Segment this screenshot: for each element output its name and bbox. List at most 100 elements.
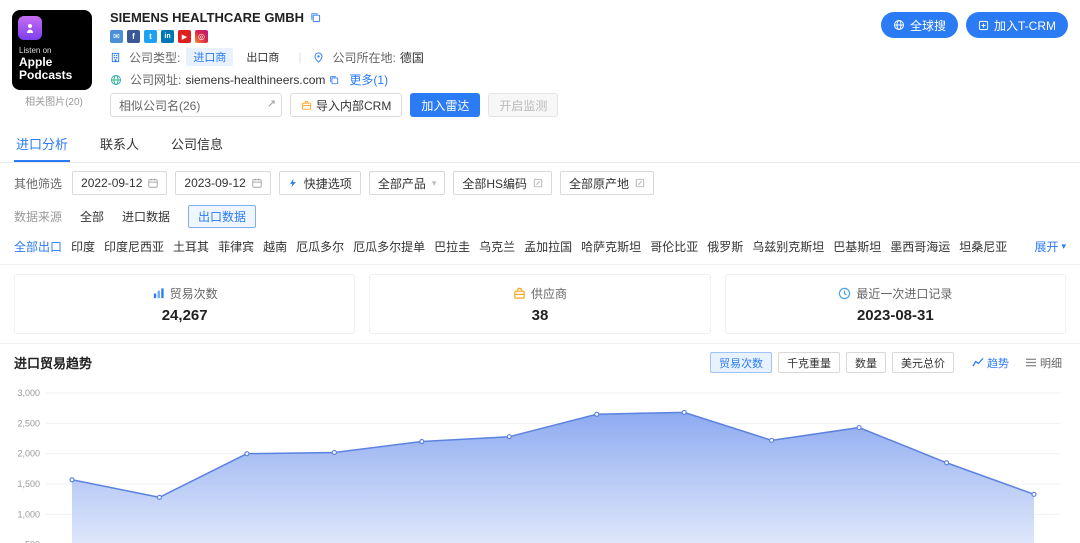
country-item[interactable]: 厄瓜多尔提单 [353,238,425,255]
lightning-icon [288,178,298,188]
tab-company-info[interactable]: 公司信息 [169,126,225,162]
location-label: 公司所在地: [332,49,395,66]
country-item[interactable]: 厄瓜多尔 [296,238,344,255]
hs-code-select[interactable]: 全部HS编码 [453,171,552,195]
suppliers-value: 38 [532,307,549,324]
similar-company-wrap: ↗ [110,93,282,117]
similar-company-input[interactable] [110,93,282,117]
company-website-row: 公司网址: siemens-healthineers.com 更多(1) [110,71,1068,88]
source-export-data[interactable]: 出口数据 [188,205,256,228]
start-monitor-button[interactable]: 开启监测 [488,93,558,117]
country-item[interactable]: 哈萨克斯坦 [581,238,641,255]
global-search-button[interactable]: 全球搜 [881,12,958,38]
hs-code-select-value: 全部HS编码 [462,175,527,192]
origin-select[interactable]: 全部原产地 [560,171,654,195]
country-item[interactable]: 巴拉圭 [434,238,470,255]
company-type-label: 公司类型: [129,49,180,66]
divider: | [298,50,301,64]
calendar-icon [148,178,158,188]
import-crm-button[interactable]: 导入内部CRM [290,93,402,117]
importer-tag[interactable]: 进口商 [186,48,233,66]
more-link[interactable]: 更多(1) [349,71,388,88]
country-item[interactable]: 菲律宾 [218,238,254,255]
product-select[interactable]: 全部产品 ▾ [369,171,446,195]
plus-square-icon [978,20,989,31]
linkedin-icon[interactable]: in [161,30,174,43]
country-item[interactable]: 俄罗斯 [707,238,743,255]
date-start-input[interactable]: 2022-09-12 [72,171,167,195]
chevron-down-icon: ▾ [1061,241,1066,252]
country-item[interactable]: 越南 [263,238,287,255]
view-trend-button[interactable]: 趋势 [968,355,1013,371]
country-item[interactable]: 墨西哥海运 [890,238,950,255]
copy-website-icon[interactable] [329,75,339,85]
website-value[interactable]: siemens-healthineers.com [185,73,325,87]
twitter-icon[interactable]: t [144,30,157,43]
data-source-label: 数据来源 [14,208,62,225]
related-images-link[interactable]: 相关图片(20) [12,93,96,108]
svg-text:1,500: 1,500 [17,479,40,489]
youtube-icon[interactable]: ▶ [178,30,191,43]
globe-white-icon [893,19,905,31]
company-header: Listen on Apple Podcasts 相关图片(20) SIEMEN… [0,0,1080,126]
country-item[interactable]: 坦桑尼亚 [959,238,1007,255]
svg-text:2,500: 2,500 [17,418,40,428]
date-end-input[interactable]: 2023-09-12 [175,171,270,195]
expand-link[interactable]: 展开 ▾ [1034,238,1066,255]
open-similar-icon[interactable]: ↗ [267,97,276,110]
country-item[interactable]: 乌兹别克斯坦 [752,238,824,255]
globe-icon [110,74,122,86]
country-item[interactable]: 土耳其 [173,238,209,255]
logo-subtext: Listen on [19,46,51,55]
country-item[interactable]: 印度 [71,238,95,255]
last-import-label: 最近一次进口记录 [856,285,952,302]
country-item[interactable]: 巴基斯坦 [833,238,881,255]
main-tabs: 进口分析 联系人 公司信息 [0,126,1080,163]
country-item[interactable]: 孟加拉国 [524,238,572,255]
global-search-label: 全球搜 [910,17,946,34]
trend-title: 进口贸易趋势 [14,353,92,372]
country-filter-row: 全部出口 印度 印度尼西亚 土耳其 菲律宾 越南 厄瓜多尔 厄瓜多尔提单 巴拉圭… [0,234,1080,264]
country-item-all-export[interactable]: 全部出口 [14,238,62,255]
add-radar-button[interactable]: 加入雷达 [410,93,480,117]
metric-weight-button[interactable]: 千克重量 [778,352,840,373]
metric-usd-total-button[interactable]: 美元总价 [892,352,954,373]
add-tcrm-button[interactable]: 加入T-CRM [966,12,1068,38]
supplier-icon [513,287,526,300]
add-radar-label: 加入雷达 [421,97,469,114]
quick-options-button[interactable]: 快捷选项 [279,171,361,195]
last-import-value: 2023-08-31 [857,307,934,324]
metric-trade-count-button[interactable]: 贸易次数 [710,352,772,373]
company-logo: Listen on Apple Podcasts [12,10,92,90]
tab-import-analysis[interactable]: 进口分析 [14,126,70,162]
tab-contacts[interactable]: 联系人 [98,126,141,162]
view-detail-button[interactable]: 明细 [1021,355,1066,371]
edit-box-icon [533,178,543,188]
view-toggle-group: 趋势 明细 [968,355,1066,371]
source-import-data[interactable]: 进口数据 [122,208,170,225]
country-item[interactable]: 乌克兰 [479,238,515,255]
metric-quantity-button[interactable]: 数量 [846,352,886,373]
add-tcrm-label: 加入T-CRM [994,17,1056,34]
source-all[interactable]: 全部 [80,208,104,225]
country-item[interactable]: 印度尼西亚 [104,238,164,255]
exporter-tag[interactable]: 出口商 [239,48,286,66]
facebook-icon[interactable]: f [127,30,140,43]
instagram-icon[interactable]: ◎ [195,30,208,43]
briefcase-icon [301,100,312,111]
country-item[interactable]: 哥伦比亚 [650,238,698,255]
mail-icon[interactable]: ✉ [110,30,123,43]
line-chart-icon [972,357,984,368]
date-end-value: 2023-09-12 [184,176,245,190]
trade-trend-chart-wrap: 05001,0001,5002,0002,5003,0002022-092022… [0,377,1080,543]
building-icon [110,52,121,63]
svg-text:3,000: 3,000 [17,388,40,398]
company-name: SIEMENS HEALTHCARE GMBH [110,10,304,25]
import-crm-label: 导入内部CRM [316,97,391,114]
company-logo-column: Listen on Apple Podcasts 相关图片(20) [12,10,96,122]
copy-company-name-icon[interactable] [310,12,321,23]
stats-row: 贸易次数 24,267 供应商 38 最近一次进口记录 2023-08-31 [0,264,1080,344]
date-start-value: 2022-09-12 [81,176,142,190]
website-label: 公司网址: [130,71,181,88]
list-icon [1025,357,1037,368]
